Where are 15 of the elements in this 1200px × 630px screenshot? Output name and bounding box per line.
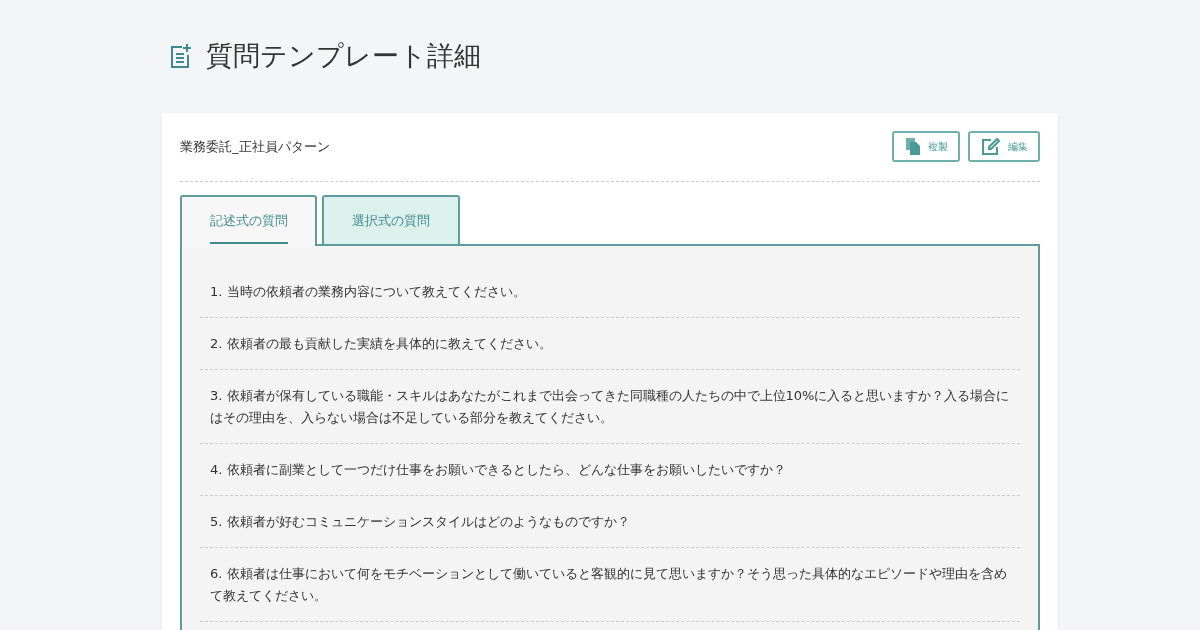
question-tab[interactable]: 選択式の質問 (322, 195, 460, 246)
question-text: 2. 依頼者の最も貢献した実績を具体的に教えてください。 (200, 318, 1020, 370)
question-text: 4. 依頼者に副業として一つだけ仕事をお願いできるとしたら、どんな仕事をお願いしたいですか？ (200, 444, 1020, 496)
question-text: 6. 依頼者は仕事において何をモチベーションとして働いていると客観的に見て思いますか？そう思った具体的なエピソードや理由を含めて教えてください。 (200, 548, 1020, 622)
duplicate-button[interactable]: 複製 (892, 131, 960, 162)
question-tab[interactable]: 記述式の質問 (180, 195, 317, 246)
edit-button[interactable]: 編集 (968, 131, 1040, 162)
copy-icon (906, 138, 920, 155)
edit-icon (982, 138, 1000, 155)
page-title: 質問テンプレート詳細 (206, 39, 481, 73)
document-plus-icon (170, 43, 192, 69)
question-text: 3. 依頼者が保有している職能・スキルはあなたがこれまで出会ってきた同職種の人たちの中で上位10%に入ると思いますか？入る場合にはその理由を、入らない場合は不足している部分を教えてください。 (200, 370, 1020, 444)
question-text: 5. 依頼者が好むコミュニケーションスタイルはどのようなものですか？ (200, 496, 1020, 548)
template-name: 業務委託_正社員パターン (180, 137, 330, 156)
question-text: 1. 当時の依頼者の業務内容について教えてください。 (200, 266, 1020, 318)
